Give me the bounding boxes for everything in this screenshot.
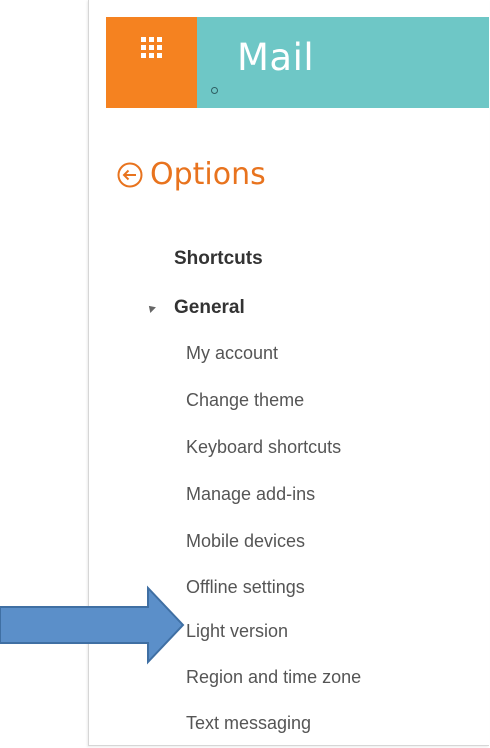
pointer-arrow-icon — [0, 585, 185, 665]
